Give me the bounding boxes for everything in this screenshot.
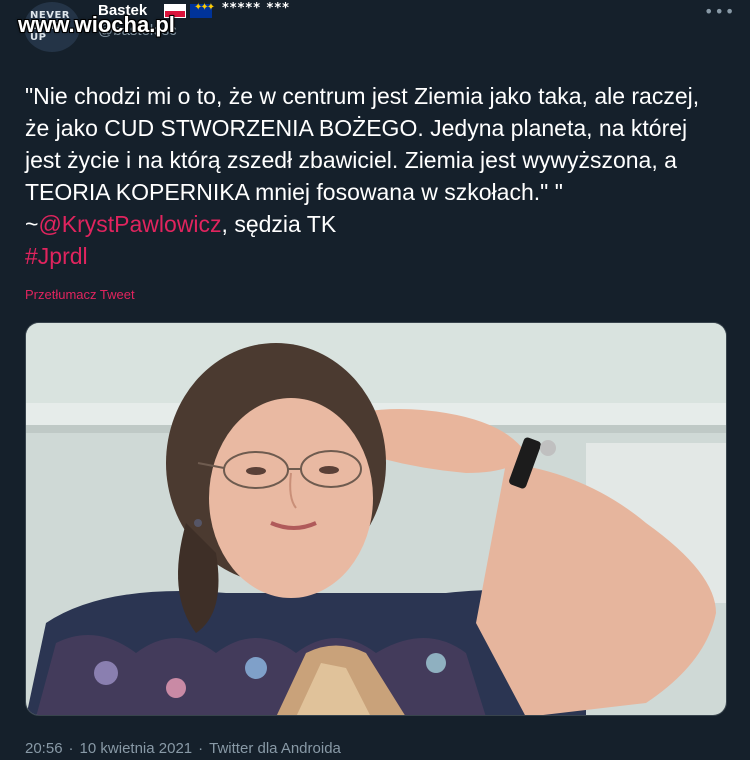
meta-separator: ·: [198, 740, 204, 757]
tweet-date[interactable]: 10 kwietnia 2021: [80, 740, 193, 757]
tweet-text-tail: , sędzia TK: [221, 211, 337, 237]
watermark: www.wiocha.pl: [18, 12, 175, 37]
eu-flag-icon: ✦✦✦: [190, 2, 215, 18]
tweet-header: NEVER GIVE UP Bastek ✦✦✦ ***** *** @bast…: [0, 0, 750, 60]
mention-link[interactable]: @KrystPawlowicz: [38, 211, 221, 237]
tweet-meta: 20:56 · 10 kwietnia 2021 · Twitter dla Andro…: [25, 740, 347, 757]
tweet-time[interactable]: 20:56: [25, 740, 63, 757]
name-suffix-stars: ***** ***: [222, 1, 290, 16]
tweet-text: "Nie chodzi mi o to, że w centrum jest Z…: [25, 80, 725, 272]
tweet-photo[interactable]: [25, 322, 727, 716]
more-options-icon[interactable]: •••: [704, 2, 735, 21]
meta-separator: ·: [68, 740, 74, 757]
hashtag-link[interactable]: #Jprdl: [25, 243, 88, 269]
photo-illustration: [26, 323, 726, 715]
tweet-source[interactable]: Twitter dla Androida: [209, 740, 341, 757]
translate-tweet-link[interactable]: Przetłumacz Tweet: [25, 287, 135, 302]
